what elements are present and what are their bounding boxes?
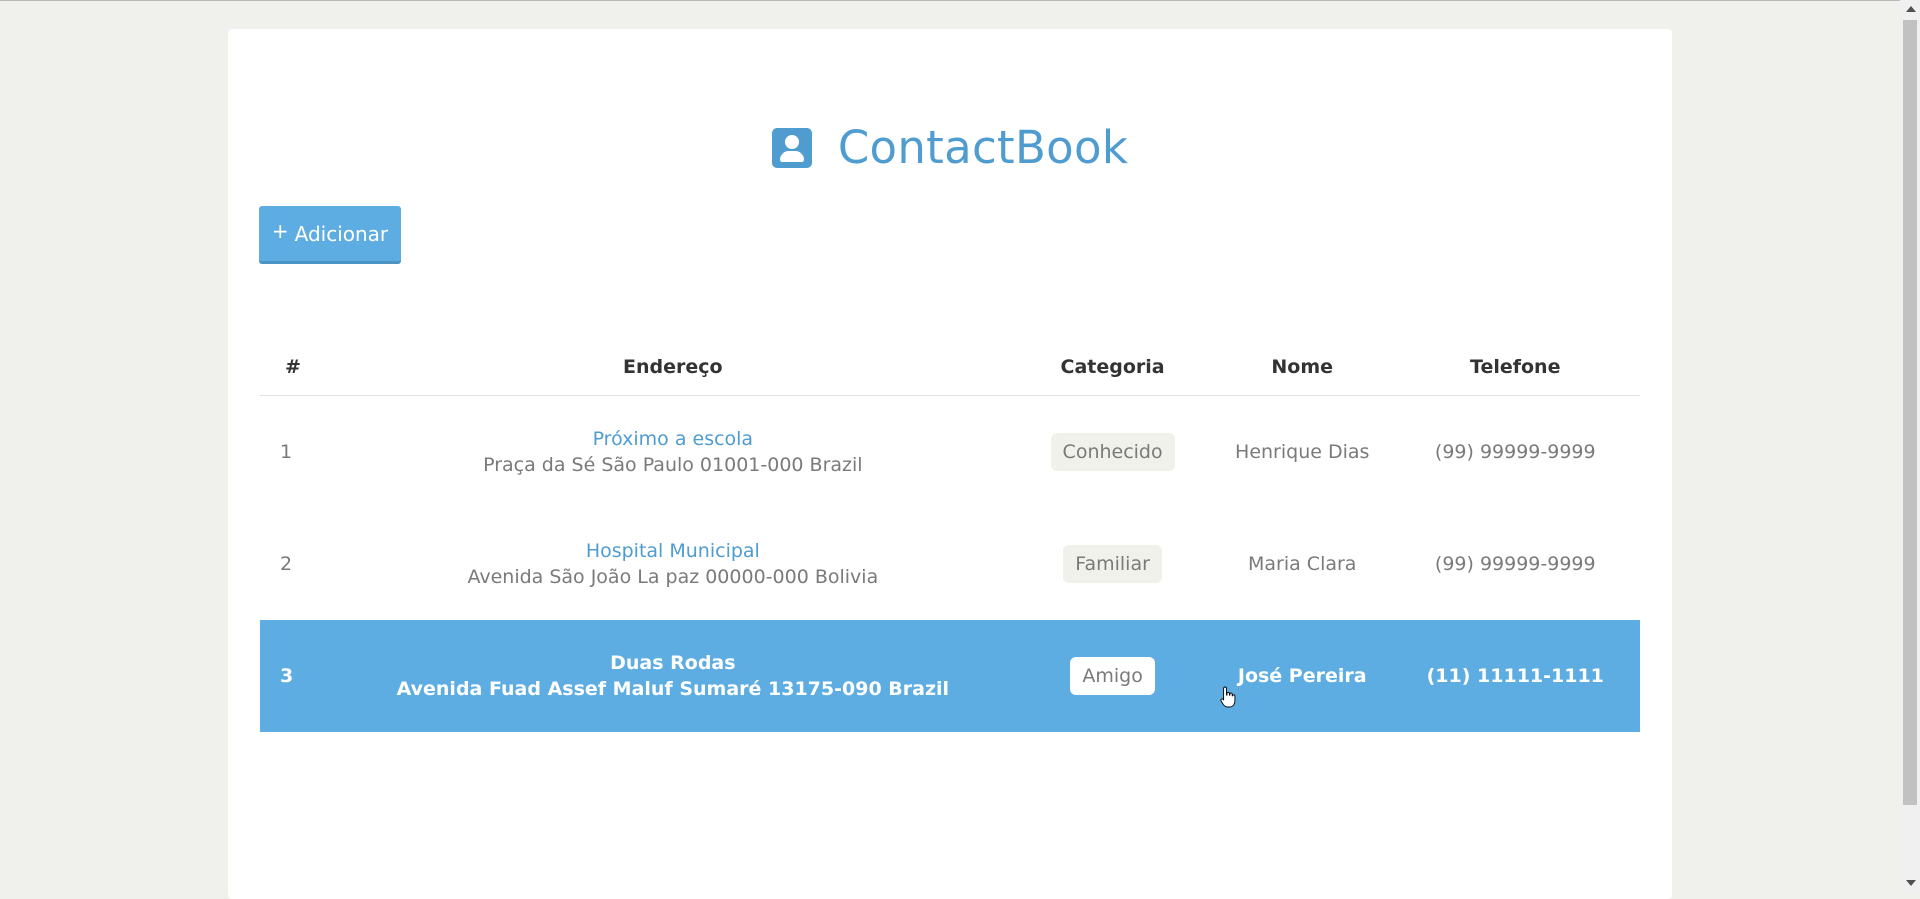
table-header-row: # Endereço Categoria Nome Telefone bbox=[260, 338, 1640, 396]
category-badge: Amigo bbox=[1070, 656, 1155, 695]
address-title: Duas Rodas bbox=[610, 651, 736, 674]
address-line: Avenida Fuad Assef Maluf Sumaré 13175-09… bbox=[396, 677, 950, 700]
row-number: 1 bbox=[280, 440, 293, 463]
row-address: Hospital Municipal Avenida São João La p… bbox=[334, 508, 1011, 620]
row-category: Familiar bbox=[1011, 508, 1214, 620]
row-name: Henrique Dias bbox=[1235, 440, 1370, 463]
address-title: Hospital Municipal bbox=[585, 539, 760, 562]
address-line: Avenida São João La paz 00000-000 Bolivi… bbox=[467, 565, 879, 588]
add-contact-button[interactable]: + Adicionar bbox=[259, 206, 401, 264]
contacts-table: # Endereço Categoria Nome Telefone 1 Pró… bbox=[260, 338, 1640, 732]
add-contact-label: Adicionar bbox=[294, 221, 389, 246]
main-card: ContactBook + Adicionar # Endereço Categ… bbox=[228, 29, 1672, 899]
page-scrollbar[interactable] bbox=[1900, 0, 1920, 892]
header-category: Categoria bbox=[1011, 338, 1214, 396]
address-line: Praça da Sé São Paulo 01001-000 Brazil bbox=[483, 453, 863, 476]
row-address: Próximo a escola Praça da Sé São Paulo 0… bbox=[334, 396, 1011, 508]
row-phone: (11) 11111-1111 bbox=[1426, 664, 1604, 687]
row-category: Conhecido bbox=[1011, 396, 1214, 508]
contact-book-icon bbox=[771, 127, 812, 168]
category-badge: Conhecido bbox=[1050, 432, 1175, 471]
header-number: # bbox=[260, 338, 335, 396]
address-title: Próximo a escola bbox=[592, 427, 754, 450]
hand-cursor-icon bbox=[1220, 686, 1236, 708]
row-number: 3 bbox=[280, 664, 294, 687]
category-badge: Familiar bbox=[1063, 544, 1162, 583]
header-address: Endereço bbox=[334, 338, 1012, 396]
row-phone: (99) 99999-9999 bbox=[1434, 440, 1596, 463]
row-number: 2 bbox=[280, 552, 293, 575]
row-name: Maria Clara bbox=[1248, 552, 1357, 575]
row-address: Duas Rodas Avenida Fuad Assef Maluf Suma… bbox=[334, 620, 1011, 732]
row-name: José Pereira bbox=[1237, 664, 1367, 687]
table-row[interactable]: 1 Próximo a escola Praça da Sé São Paulo… bbox=[260, 396, 1640, 508]
table-row-selected[interactable]: 3 Duas Rodas Avenida Fuad Assef Maluf Su… bbox=[260, 619, 1640, 732]
plus-icon: + bbox=[271, 218, 289, 243]
row-category: Amigo bbox=[1011, 620, 1214, 732]
scrollbar-thumb[interactable] bbox=[1903, 20, 1917, 805]
header-name: Nome bbox=[1213, 338, 1391, 396]
table-row[interactable]: 2 Hospital Municipal Avenida São João La… bbox=[260, 508, 1640, 620]
scroll-down-arrow-icon[interactable] bbox=[1906, 880, 1916, 886]
app-title: ContactBook bbox=[837, 121, 1129, 174]
row-phone: (99) 99999-9999 bbox=[1434, 552, 1596, 575]
window-top-border bbox=[0, 0, 1900, 1]
header-phone: Telefone bbox=[1390, 338, 1640, 396]
app-header: ContactBook bbox=[228, 121, 1672, 174]
scroll-up-arrow-icon[interactable] bbox=[1906, 6, 1916, 12]
